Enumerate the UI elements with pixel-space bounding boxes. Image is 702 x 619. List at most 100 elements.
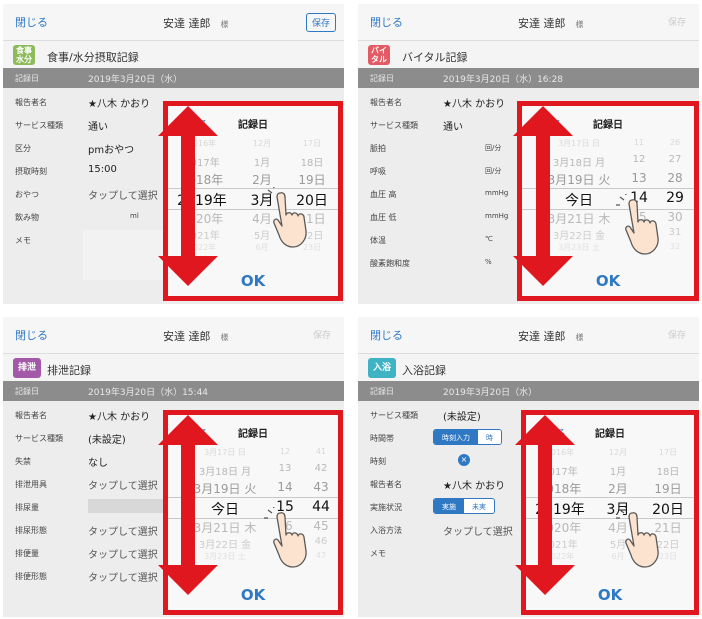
picker-cell: 12 <box>632 154 646 165</box>
field-label: 報告者名 <box>15 98 47 107</box>
record-date-row[interactable]: 記録日 2019年3月20日（水）15:44 <box>3 381 344 401</box>
close-button[interactable]: 閉じる <box>15 327 48 343</box>
field-label: 排尿量 <box>15 503 39 512</box>
field-value: ★八木 かおり <box>88 99 151 110</box>
field-label: 失禁 <box>15 457 31 466</box>
record-date-label: 記録日 <box>370 74 394 83</box>
field-unit: mmHg <box>485 189 509 197</box>
field-value: タップして選択 <box>88 550 158 561</box>
field-value: ★八木 かおり <box>88 412 151 423</box>
red-double-arrow-icon <box>513 106 573 286</box>
top-bar: 閉じる 安達 達郎様 保存 <box>358 4 699 40</box>
field-label: 報告者名 <box>370 98 402 107</box>
status-segment: 実施 未実 <box>433 498 495 514</box>
field-label: 排便形態 <box>15 572 47 581</box>
field-label: おやつ <box>15 190 39 199</box>
segment-time-slot[interactable]: 時 <box>478 430 501 444</box>
segment-not-done[interactable]: 未実 <box>464 499 494 513</box>
record-header: 入浴 入浴記録 <box>358 353 699 381</box>
top-bar: 閉じる 安達 達郎様 保存 <box>3 4 344 40</box>
tap-hand-icon <box>616 194 659 255</box>
field-value: タップして選択 <box>88 481 158 492</box>
picker-cell: 18日 <box>656 467 680 478</box>
vital-category-icon: バイ タル <box>368 45 390 65</box>
field-label: 実施状況 <box>370 503 402 512</box>
field-label: 排尿形態 <box>15 526 47 535</box>
field-label: 血圧 低 <box>370 213 397 222</box>
field-unit: mmHg <box>485 212 509 220</box>
record-header: 排泄 排泄記録 <box>3 353 344 381</box>
picker-cell: 19日 <box>654 482 682 496</box>
field-label: 入浴方法 <box>370 526 402 535</box>
tap-hand-icon <box>264 507 307 568</box>
segment-done[interactable]: 実施 <box>434 499 464 513</box>
field-value: タップして選択 <box>443 527 513 538</box>
save-button[interactable]: 保存 <box>663 326 691 343</box>
field-unit: ℃ <box>485 235 493 243</box>
field-label: メモ <box>15 236 31 245</box>
picker-cell: 26 <box>669 138 681 147</box>
field-label: 時間帯 <box>370 434 394 443</box>
screenshot-bath-record: 閉じる 安達 達郎様 保存 入浴 入浴記録 記録日 2019年3月20日（水） … <box>358 317 699 617</box>
patient-name: 安達 達郎様 <box>518 17 584 30</box>
picker-cell: 12月 <box>608 448 628 457</box>
picker-cell: 1月 <box>253 158 271 169</box>
close-button[interactable]: 閉じる <box>370 327 403 343</box>
close-button[interactable]: 閉じる <box>15 14 48 30</box>
red-double-arrow-icon <box>515 415 575 595</box>
tap-hand-icon <box>264 187 307 248</box>
field-value: 通い <box>443 122 463 133</box>
field-unit: % <box>485 258 492 266</box>
record-title: 入浴記録 <box>402 364 446 377</box>
record-header: バイ タル バイタル記録 <box>358 40 699 68</box>
field-label: サービス種類 <box>370 411 418 420</box>
field-label: 排泄用具 <box>15 480 47 489</box>
record-date-value: 2019年3月20日（水）16:28 <box>443 75 564 85</box>
save-button[interactable]: 保存 <box>305 13 336 32</box>
record-title: 食事/水分摂取記録 <box>47 51 139 64</box>
field-unit: 回/分 <box>485 144 502 152</box>
excretion-category-icon: 排泄 <box>13 358 41 378</box>
segment-time-input[interactable]: 時刻入力 <box>434 430 478 444</box>
picker-cell: 28 <box>667 171 683 185</box>
field-label: サービス種類 <box>370 121 418 130</box>
save-button[interactable]: 保存 <box>663 13 691 30</box>
picker-cell: 13 <box>631 171 647 185</box>
picker-cell: 12月 <box>252 139 272 148</box>
field-unit: ml <box>130 212 139 220</box>
picker-cell: 42 <box>314 463 328 474</box>
picker-cell: 2月 <box>252 173 272 187</box>
clear-icon[interactable]: × <box>458 454 470 466</box>
picker-cell: 13 <box>278 463 292 474</box>
record-date-row[interactable]: 記録日 2019年3月20日（水） <box>3 68 344 88</box>
urine-volume-slider[interactable] <box>88 499 168 513</box>
picker-cell: 1月 <box>609 467 627 478</box>
field-label: 脈拍 <box>370 144 386 153</box>
meal-category-icon: 食事 水分 <box>13 45 35 65</box>
record-date-value: 2019年3月20日（水）15:44 <box>88 388 209 398</box>
record-date-value: 2019年3月20日（水） <box>88 75 183 85</box>
picker-cell: 17日 <box>658 448 678 457</box>
field-value: なし <box>88 458 108 469</box>
picker-cell: 27 <box>668 154 682 165</box>
field-value: ★八木 かおり <box>443 99 506 110</box>
record-date-row[interactable]: 記録日 2019年3月20日（水） <box>358 381 699 401</box>
screenshot-vital-record: 閉じる 安達 達郎様 保存 バイ タル バイタル記録 記録日 2019年3月20… <box>358 4 699 304</box>
close-button[interactable]: 閉じる <box>370 14 403 30</box>
field-label: サービス種類 <box>15 434 63 443</box>
field-label: 報告者名 <box>15 411 47 420</box>
picker-cell: 14 <box>277 480 293 494</box>
picker-cell: 19日 <box>298 173 326 187</box>
time-slot-segment: 時刻入力時 <box>433 429 502 445</box>
field-label: 呼吸 <box>370 167 386 176</box>
field-value: タップして選択 <box>88 527 158 538</box>
picker-cell: 41 <box>315 447 327 456</box>
field-value: (未設定) <box>88 435 126 446</box>
field-label: サービス種類 <box>15 121 63 130</box>
field-label: 摂取時刻 <box>15 167 47 176</box>
picker-cell: 17日 <box>302 139 322 148</box>
field-value: pmおやつ <box>88 145 135 156</box>
field-value: ★八木 かおり <box>443 481 506 492</box>
record-date-row[interactable]: 記録日 2019年3月20日（水）16:28 <box>358 68 699 88</box>
save-button[interactable]: 保存 <box>308 326 336 343</box>
